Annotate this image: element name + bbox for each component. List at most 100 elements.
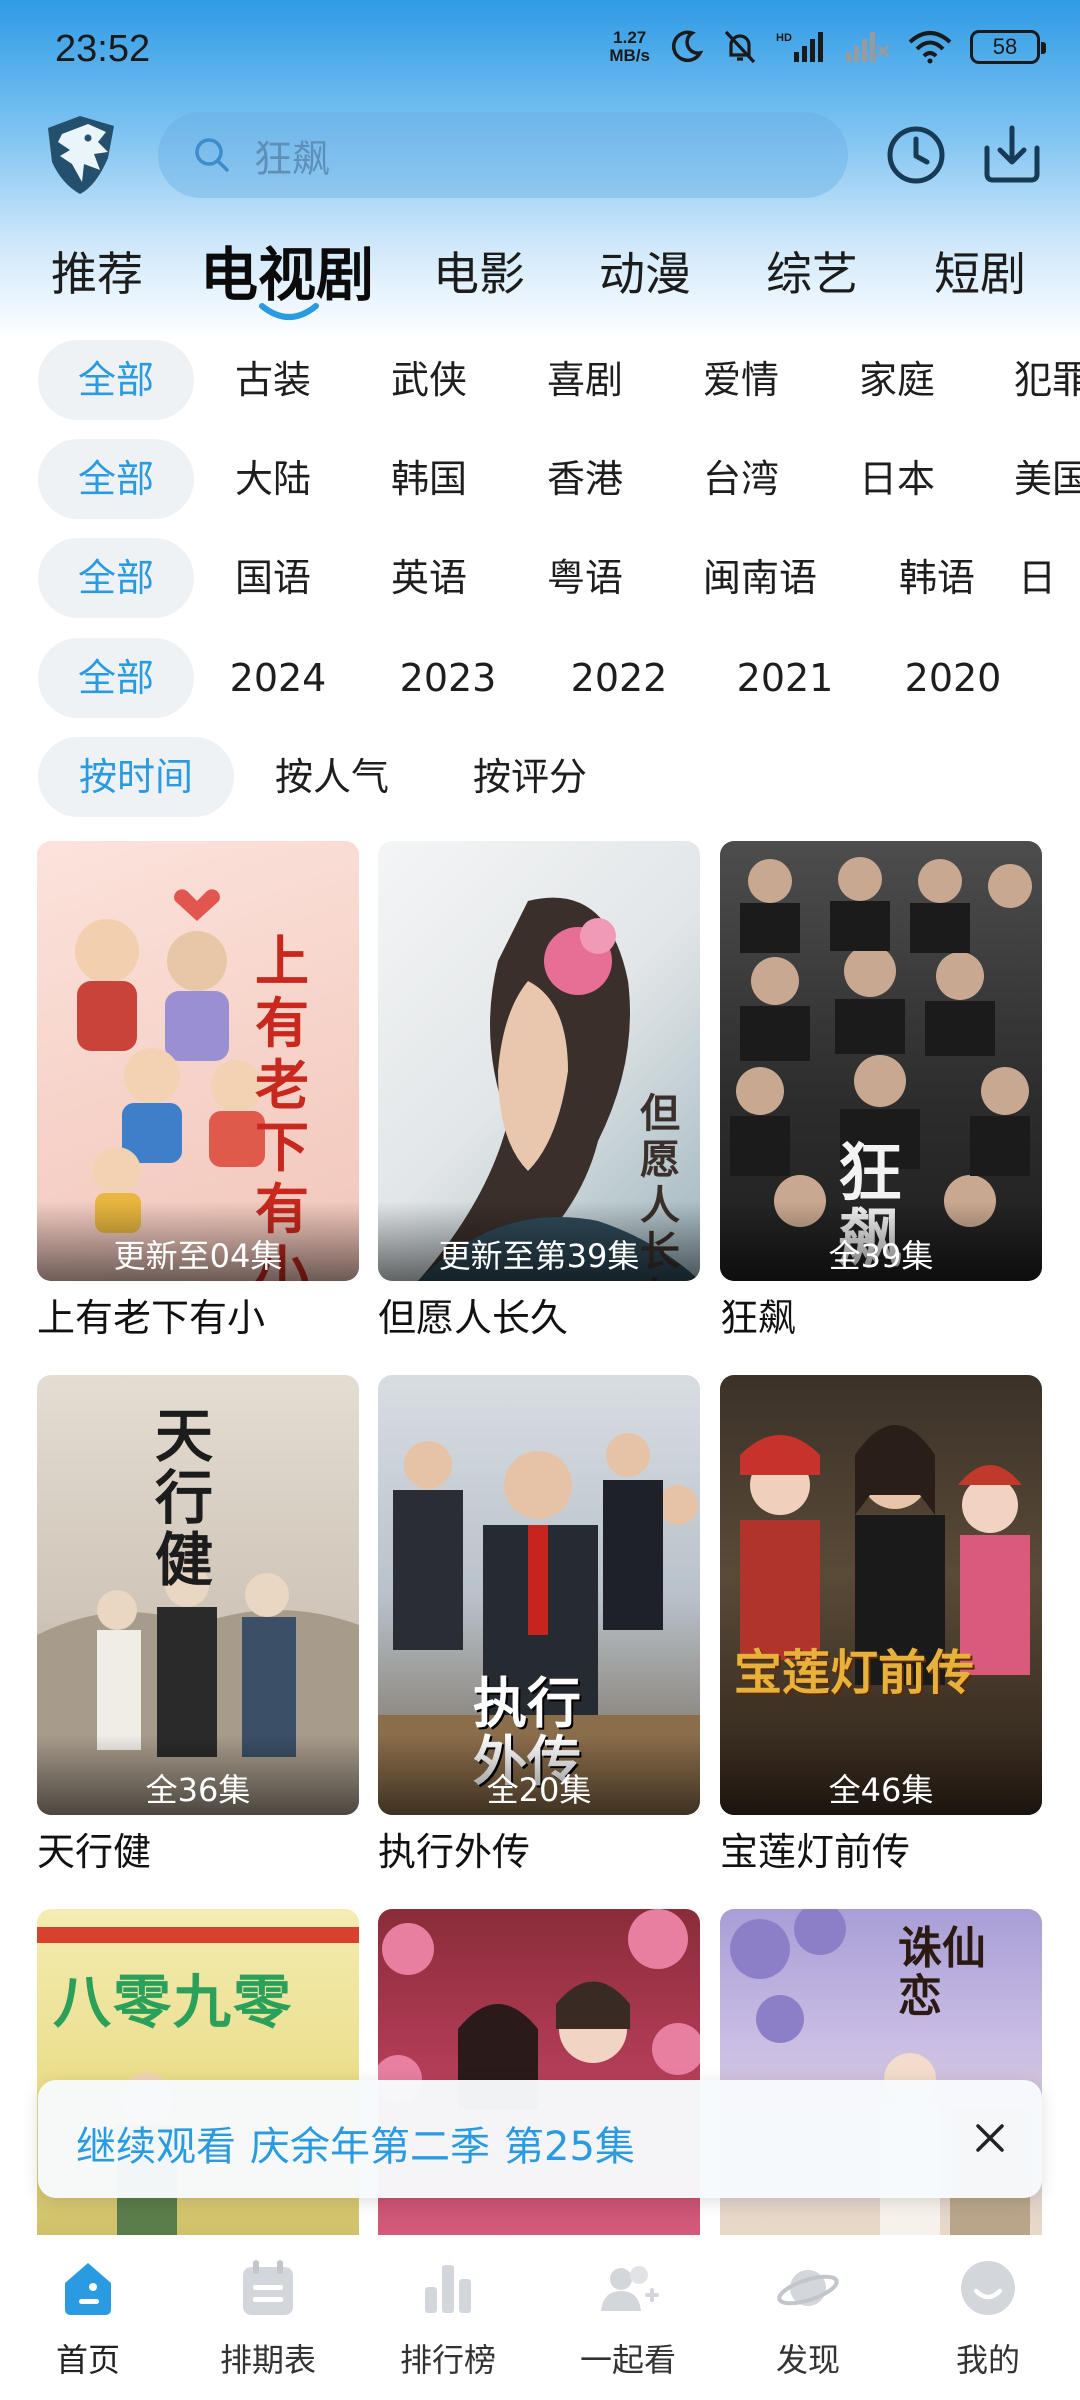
- nav-profile[interactable]: 我的: [913, 2257, 1063, 2381]
- sort-chip-by-time[interactable]: 按时间: [38, 737, 234, 817]
- filter-chip[interactable]: 大陆: [218, 439, 328, 519]
- profile-icon: [961, 2261, 1015, 2315]
- filter-chip[interactable]: 香港: [530, 439, 640, 519]
- poster-title-art: 宝莲灯前传: [734, 1645, 975, 1701]
- filter-chip-all[interactable]: 全部: [38, 340, 194, 420]
- filter-chip[interactable]: 古装: [218, 340, 328, 420]
- show-poster[interactable]: 但愿人长久 更新至第39集: [378, 841, 700, 1281]
- filter-chip-all[interactable]: 全部: [38, 538, 194, 618]
- nav-watch-together[interactable]: 一起看: [553, 2257, 703, 2381]
- filter-chip[interactable]: 武侠: [374, 340, 484, 420]
- tab-anime[interactable]: 动漫: [599, 238, 691, 304]
- filter-chip[interactable]: 国语: [218, 538, 328, 618]
- show-title[interactable]: 上有老下有小: [37, 1287, 359, 1342]
- show-title[interactable]: 天行健: [37, 1821, 359, 1876]
- episode-badge: 全20集: [486, 1771, 592, 1809]
- download-icon[interactable]: [979, 122, 1045, 188]
- show-title[interactable]: 执行外传: [378, 1821, 700, 1876]
- filter-chip[interactable]: 2021: [725, 638, 845, 718]
- tab-short-drama[interactable]: 短剧: [934, 238, 1026, 304]
- show-poster[interactable]: 天行健 全36集: [37, 1375, 359, 1815]
- filter-chip-all[interactable]: 全部: [38, 638, 194, 718]
- filter-chip[interactable]: 2023: [388, 638, 508, 718]
- show-title[interactable]: 但愿人长久: [378, 1287, 700, 1342]
- app-logo: [48, 116, 114, 194]
- filter-chip[interactable]: 韩国: [374, 439, 484, 519]
- home-icon: [65, 2263, 111, 2315]
- show-poster[interactable]: 上有老下有小 更新至04集: [37, 841, 359, 1281]
- planet-icon: [777, 2270, 839, 2306]
- filter-chip[interactable]: 粤语: [530, 538, 640, 618]
- filter-chip[interactable]: 爱情: [686, 340, 796, 420]
- continue-watching-label: 继续观看: [76, 2124, 236, 2170]
- clock: 23:52: [55, 28, 151, 70]
- filter-row-year: 全部 2024 2023 2022 2021 2020: [0, 638, 1080, 718]
- filter-row-language: 全部 国语 英语 粤语 闽南语 韩语 日: [0, 538, 1080, 618]
- nav-label: 排期表: [219, 2341, 316, 2379]
- nav-label: 我的: [955, 2341, 1020, 2379]
- episode-badge: 全36集: [145, 1771, 251, 1809]
- nav-label: 首页: [55, 2341, 120, 2379]
- filter-chip[interactable]: 日: [1012, 538, 1080, 618]
- episode-badge: 更新至第39集: [438, 1237, 640, 1275]
- nav-schedule[interactable]: 排期表: [193, 2257, 343, 2381]
- search-bar[interactable]: 狂飙: [158, 112, 848, 198]
- continue-watching-show: 庆余年第二季: [250, 2124, 490, 2170]
- filter-chip[interactable]: 2024: [218, 638, 338, 718]
- status-bar: 23:52 1.27 MB/s HD 58: [0, 0, 1080, 100]
- show-title[interactable]: 宝莲灯前传: [720, 1821, 1042, 1876]
- filter-chip[interactable]: 犯罪: [998, 340, 1080, 420]
- filter-chip[interactable]: 台湾: [686, 439, 796, 519]
- filter-chip[interactable]: 英语: [374, 538, 484, 618]
- show-poster[interactable]: 狂飙 全39集: [720, 841, 1042, 1281]
- episode-badge: 全39集: [828, 1237, 934, 1275]
- ranking-icon: [425, 2265, 471, 2313]
- search-placeholder: 狂飙: [254, 136, 331, 181]
- filter-chip[interactable]: 2020: [893, 638, 1013, 718]
- nav-label: 排行榜: [399, 2341, 496, 2379]
- nav-ranking[interactable]: 排行榜: [373, 2257, 523, 2381]
- filter-row-sort: 按时间 按人气 按评分: [0, 737, 1080, 817]
- poster-title-art: 八零九零: [53, 1968, 294, 2036]
- filter-chip[interactable]: 闽南语: [688, 538, 832, 618]
- category-tabs: 推荐 电视剧 电影 动漫 综艺 短剧: [0, 228, 1080, 320]
- show-poster[interactable]: 宝莲灯前传 全46集: [720, 1375, 1042, 1815]
- nav-label: 一起看: [579, 2341, 676, 2379]
- show-card[interactable]: 狂飙 全39集 狂飙: [720, 841, 1042, 1342]
- network-speed: 1.27 MB/s: [609, 28, 650, 65]
- moon-icon: [671, 30, 704, 63]
- close-icon[interactable]: [972, 2120, 1008, 2156]
- show-card[interactable]: 宝莲灯前传 全46集 宝莲灯前传: [720, 1375, 1042, 1876]
- filter-chip[interactable]: 喜剧: [530, 340, 640, 420]
- continue-watching-bar[interactable]: 继续观看 庆余年第二季 第25集: [38, 2080, 1042, 2198]
- show-poster[interactable]: 执行外传 全20集: [378, 1375, 700, 1815]
- episode-badge: 更新至04集: [113, 1237, 283, 1275]
- continue-watching-text[interactable]: 继续观看 庆余年第二季 第25集: [76, 2114, 649, 2172]
- calendar-icon: [243, 2260, 293, 2315]
- battery-indicator: 58: [970, 30, 1046, 64]
- poster-title-art: 天行健: [155, 1402, 214, 1594]
- nav-discover[interactable]: 发现: [733, 2257, 883, 2381]
- filter-chip[interactable]: 2022: [559, 638, 679, 718]
- filter-chip[interactable]: 日本: [842, 439, 952, 519]
- filter-row-genre: 全部 古装 武侠 喜剧 爱情 家庭 犯罪: [0, 340, 1080, 420]
- show-card[interactable]: 上有老下有小 更新至04集 上有老下有小: [37, 841, 359, 1342]
- nav-home[interactable]: 首页: [13, 2257, 163, 2381]
- status-icons: 1.27 MB/s HD 58: [609, 28, 1046, 66]
- sort-chip-by-rating[interactable]: 按评分: [460, 737, 600, 817]
- show-card[interactable]: 天行健 全36集 天行健: [37, 1375, 359, 1876]
- tab-variety[interactable]: 综艺: [766, 238, 858, 304]
- history-icon[interactable]: [883, 122, 949, 188]
- tab-recommend[interactable]: 推荐: [51, 238, 143, 304]
- wifi-icon: [908, 31, 952, 64]
- filter-chip[interactable]: 家庭: [842, 340, 952, 420]
- sort-chip-by-popularity[interactable]: 按人气: [262, 737, 402, 817]
- tab-movies[interactable]: 电影: [433, 238, 525, 304]
- show-title[interactable]: 狂飙: [720, 1287, 1042, 1342]
- continue-watching-episode: 第25集: [504, 2124, 635, 2170]
- filter-chip[interactable]: 韩语: [882, 538, 992, 618]
- show-card[interactable]: 但愿人长久 更新至第39集 但愿人长久: [378, 841, 700, 1342]
- filter-chip-all[interactable]: 全部: [38, 439, 194, 519]
- show-card[interactable]: 执行外传 全20集 执行外传: [378, 1375, 700, 1876]
- filter-chip[interactable]: 美国: [998, 439, 1080, 519]
